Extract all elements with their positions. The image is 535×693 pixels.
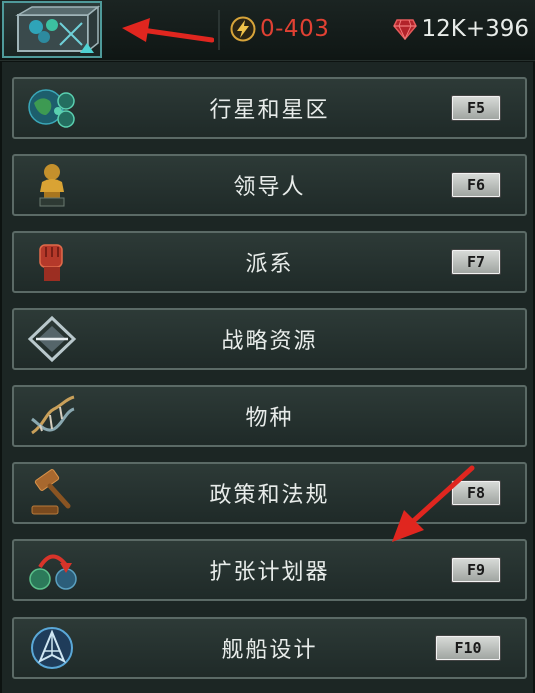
menu-item-leaders[interactable]: 领导人 F6 <box>12 154 527 216</box>
menu-item-ship-designer[interactable]: 舰船设计 F10 <box>12 617 527 679</box>
menu-item-factions[interactable]: 派系 F7 <box>12 231 527 293</box>
dropdown-menu-panel: 行星和星区 F5 领导人 F6 派系 F7 战略资源 物种 政策和法规 F8 扩… <box>2 62 533 693</box>
main-menu-button[interactable] <box>2 1 102 58</box>
menu-item-label: 行星和星区 <box>209 98 330 123</box>
menu-item-expansion-planner[interactable]: 扩张计划器 F9 <box>12 539 527 601</box>
hotkey-badge: F5 <box>451 95 501 121</box>
menu-cube-icon <box>15 5 100 53</box>
hotkey-badge: F6 <box>451 172 501 198</box>
menu-item-label: 领导人 <box>233 175 306 200</box>
gavel-icon <box>24 466 80 520</box>
hotkey-badge: F9 <box>451 557 501 583</box>
hotkey-badge: F10 <box>435 635 501 661</box>
menu-item-label: 扩张计划器 <box>209 560 330 585</box>
planets-icon <box>24 81 80 135</box>
menu-item-label: 战略资源 <box>221 329 318 354</box>
menu-item-label: 派系 <box>245 252 294 277</box>
menu-item-planets-sectors[interactable]: 行星和星区 F5 <box>12 77 527 139</box>
topbar-divider <box>218 10 220 50</box>
fist-icon <box>24 235 80 289</box>
diamond-icon <box>24 312 80 366</box>
dna-icon <box>24 389 80 443</box>
ship-design-icon <box>24 621 80 675</box>
menu-item-strategic-resources[interactable]: 战略资源 <box>12 308 527 370</box>
expansion-icon <box>24 543 80 597</box>
lightning-icon <box>230 16 256 42</box>
leader-icon <box>24 158 80 212</box>
annotation-arrow-middle <box>392 465 475 542</box>
gem-icon <box>393 19 418 40</box>
energy-resource[interactable]: 0-403 <box>230 12 329 46</box>
hotkey-badge: F7 <box>451 249 501 275</box>
energy-value: 0-403 <box>260 16 330 42</box>
influence-resource[interactable]: 12K+396 <box>393 12 529 46</box>
menu-item-label: 物种 <box>245 406 294 431</box>
influence-value: 12K+396 <box>421 16 529 42</box>
top-bar: 0-403 12K+396 <box>0 0 535 61</box>
annotation-arrow-top <box>122 18 214 43</box>
menu-item-species[interactable]: 物种 <box>12 385 527 447</box>
